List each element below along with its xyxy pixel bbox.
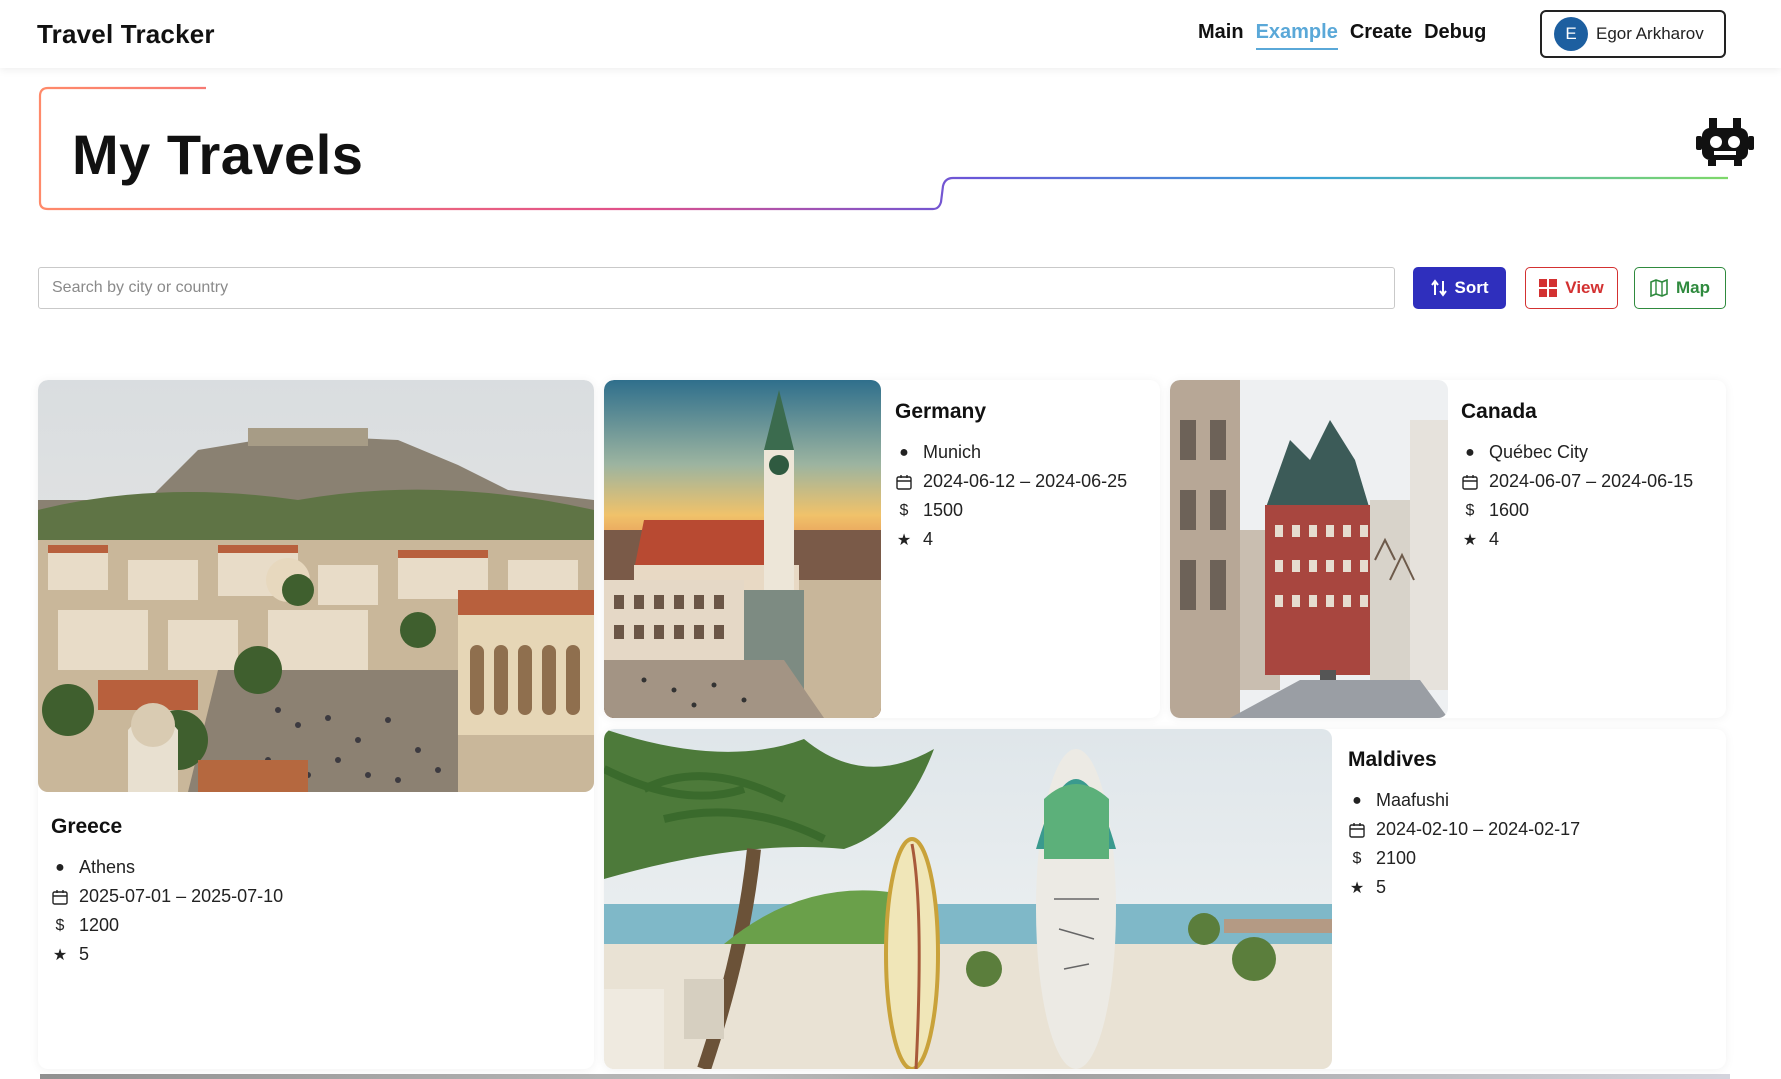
trip-rating-row: ★ 4	[895, 525, 1127, 554]
dollar-icon: $	[55, 916, 65, 934]
trip-rating: 4	[923, 529, 934, 549]
app-title[interactable]: Travel Tracker	[37, 19, 215, 50]
sort-label: Sort	[1454, 278, 1489, 297]
trip-photo-greece	[38, 380, 594, 792]
globe-icon: ●	[1352, 791, 1362, 809]
trip-rating-row: ★ 5	[51, 940, 283, 969]
trip-cost-row: $1600	[1461, 496, 1693, 525]
dollar-icon: $	[1465, 501, 1475, 519]
star-icon: ★	[1349, 879, 1365, 897]
calendar-icon	[1461, 473, 1479, 491]
globe-icon: ●	[55, 858, 65, 876]
grid-view-icon	[1539, 279, 1558, 297]
sort-button[interactable]: Sort	[1413, 267, 1506, 309]
trip-city-row: ● Munich	[895, 438, 1127, 467]
trip-cost: 1600	[1489, 500, 1530, 520]
trip-dates-row: 2025-07-01 – 2025-07-10	[51, 882, 283, 911]
trip-country: Greece	[51, 815, 123, 838]
map-label: Map	[1676, 278, 1710, 297]
trip-dates: 2025-07-01 – 2025-07-10	[79, 886, 284, 906]
trip-info-greece: Greece ● Athens 2025-07-01 – 2025-07-10 $…	[51, 815, 283, 969]
trip-country: Canada	[1461, 400, 1537, 423]
trip-city-row: ● Québec City	[1461, 438, 1693, 467]
dollar-icon: $	[899, 501, 909, 519]
main-nav: Main Example Create Debug	[1198, 21, 1486, 50]
top-navbar: Travel Tracker Main Example Create Debug…	[0, 0, 1781, 68]
trip-cost: 1500	[923, 500, 964, 520]
next-row-edge	[40, 1074, 1730, 1079]
calendar-icon	[51, 888, 69, 906]
trip-country: Germany	[895, 400, 987, 423]
trip-city-row: ● Athens	[51, 853, 283, 882]
robot-icon[interactable]	[1696, 116, 1754, 168]
trip-dates-row: 2024-06-07 – 2024-06-15	[1461, 467, 1693, 496]
trip-rating-row: ★ 5	[1348, 873, 1580, 902]
trip-cost-row: $2100	[1348, 844, 1580, 873]
map-button[interactable]: Map	[1634, 267, 1726, 309]
page-title: My Travels	[72, 123, 364, 186]
view-label: View	[1565, 278, 1604, 297]
user-name: Egor Arkharov	[1596, 24, 1704, 43]
calendar-icon	[1348, 821, 1366, 839]
trip-dates: 2024-02-10 – 2024-02-17	[1376, 819, 1581, 839]
trip-info-maldives: Maldives ● Maafushi 2024-02-10 – 2024-02-…	[1348, 748, 1580, 902]
trip-city: Munich	[923, 442, 982, 462]
star-icon: ★	[896, 531, 912, 549]
trip-rating-row: ★ 4	[1461, 525, 1693, 554]
trip-city: Maafushi	[1376, 790, 1450, 810]
star-icon: ★	[52, 946, 68, 964]
nav-example[interactable]: Example	[1255, 21, 1338, 50]
trip-dates: 2024-06-07 – 2024-06-15	[1489, 471, 1694, 491]
globe-icon: ●	[1465, 443, 1475, 461]
trip-cost: 2100	[1376, 848, 1417, 868]
view-button[interactable]: View	[1525, 267, 1618, 309]
trip-city: Athens	[79, 857, 136, 877]
dollar-icon: $	[1352, 849, 1362, 867]
trip-rating: 5	[79, 944, 90, 964]
user-menu-button[interactable]: E Egor Arkharov	[1540, 10, 1726, 58]
trip-rating: 4	[1489, 529, 1500, 549]
nav-create[interactable]: Create	[1350, 21, 1412, 50]
trip-card-canada[interactable]: Canada ● Québec City 2024-06-07 – 2024-06…	[1170, 380, 1726, 718]
trip-info-canada: Canada ● Québec City 2024-06-07 – 2024-06…	[1461, 400, 1693, 554]
trip-cost-row: $1200	[51, 911, 283, 940]
trip-dates-row: 2024-02-10 – 2024-02-17	[1348, 815, 1580, 844]
trip-dates: 2024-06-12 – 2024-06-25	[923, 471, 1128, 491]
trip-info-germany: Germany ● Munich 2024-06-12 – 2024-06-25 …	[895, 400, 1127, 554]
trip-card-greece[interactable]: Greece ● Athens 2025-07-01 – 2025-07-10 $…	[38, 380, 594, 1069]
trip-card-germany[interactable]: Germany ● Munich 2024-06-12 – 2024-06-25 …	[604, 380, 1160, 718]
trip-photo-maldives	[604, 729, 1332, 1069]
star-icon: ★	[1462, 531, 1478, 549]
trip-cost: 1200	[79, 915, 120, 935]
trip-rating: 5	[1376, 877, 1387, 897]
trip-card-maldives[interactable]: Maldives ● Maafushi 2024-02-10 – 2024-02-…	[604, 729, 1726, 1069]
trip-city: Québec City	[1489, 442, 1589, 462]
sort-icon	[1430, 279, 1447, 297]
trip-cost-row: $1500	[895, 496, 1127, 525]
nav-main[interactable]: Main	[1198, 21, 1244, 50]
calendar-icon	[895, 473, 913, 491]
trip-dates-row: 2024-06-12 – 2024-06-25	[895, 467, 1127, 496]
avatar: E	[1554, 17, 1588, 51]
trip-photo-canada	[1170, 380, 1448, 718]
map-icon	[1650, 279, 1668, 297]
nav-debug[interactable]: Debug	[1424, 21, 1486, 50]
trip-city-row: ● Maafushi	[1348, 786, 1580, 815]
trip-photo-germany	[604, 380, 881, 718]
trip-country: Maldives	[1348, 748, 1437, 771]
globe-icon: ●	[899, 443, 909, 461]
search-input[interactable]	[38, 267, 1395, 309]
